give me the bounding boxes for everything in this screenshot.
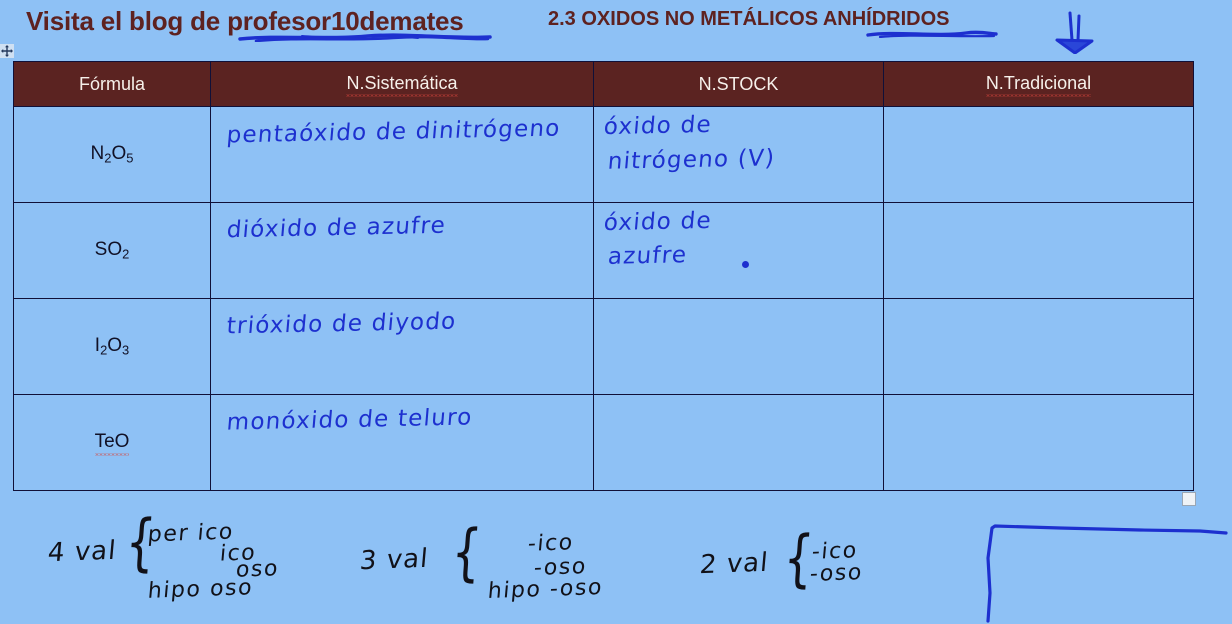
cell-formula[interactable]: I2O3 bbox=[13, 298, 211, 395]
cell-sistematica[interactable]: dióxido de azufre bbox=[210, 202, 594, 299]
column-header-label: N.STOCK bbox=[698, 73, 779, 94]
corner-pen-mark-annotation bbox=[986, 524, 1228, 623]
table-header-row: Fórmula N.Sistemática N.STOCK N.Tradicio… bbox=[13, 61, 1194, 107]
handwritten-answer-line2: nitrógeno (V) bbox=[606, 145, 777, 175]
table-row[interactable]: SO2 dióxido de azufre óxido de azufre bbox=[13, 202, 1194, 299]
table-resize-handle[interactable] bbox=[1182, 492, 1196, 506]
blue-arrow-annotation-icon bbox=[1055, 11, 1094, 54]
handwritten-answer: dióxido de azufre bbox=[225, 212, 448, 244]
column-header-label: N.Tradicional bbox=[985, 73, 1092, 97]
cell-stock[interactable]: óxido de azufre bbox=[593, 202, 884, 299]
column-header-sistematica[interactable]: N.Sistemática bbox=[210, 61, 594, 107]
cell-sistematica[interactable]: pentaóxido de dinitrógeno bbox=[210, 106, 594, 203]
column-header-label: N.Sistemática bbox=[346, 73, 458, 97]
cell-formula[interactable]: TeO bbox=[13, 394, 211, 491]
cell-stock[interactable] bbox=[593, 394, 884, 491]
column-header-formula[interactable]: Fórmula bbox=[13, 61, 211, 107]
handwritten-answer-line1: óxido de bbox=[602, 111, 713, 141]
cell-sistematica[interactable]: trióxido de diyodo bbox=[210, 298, 594, 395]
note-suffix-line: -ico bbox=[526, 530, 575, 557]
cell-tradicional[interactable] bbox=[883, 106, 1194, 203]
section-title-ink-underline bbox=[866, 30, 998, 38]
header-bar: Visita el blog de profesor10demates 2.3 … bbox=[0, 0, 1232, 54]
cell-sistematica[interactable]: monóxido de teluro bbox=[210, 394, 594, 491]
formula-value: SO2 bbox=[94, 239, 130, 262]
column-header-stock[interactable]: N.STOCK bbox=[593, 61, 884, 107]
table-row[interactable]: N2O5 pentaóxido de dinitrógeno óxido de … bbox=[13, 106, 1194, 203]
table-row[interactable]: I2O3 trióxido de diyodo bbox=[13, 298, 1194, 395]
handwritten-answer: trióxido de diyodo bbox=[225, 308, 458, 340]
column-header-tradicional[interactable]: N.Tradicional bbox=[883, 61, 1194, 107]
formula-value: I2O3 bbox=[94, 335, 130, 358]
cell-tradicional[interactable] bbox=[883, 394, 1194, 491]
note-brace: { bbox=[449, 515, 484, 589]
handwritten-answer-line1: óxido de bbox=[602, 207, 713, 237]
nomenclature-table[interactable]: Fórmula N.Sistemática N.STOCK N.Tradicio… bbox=[13, 61, 1194, 491]
blog-title-ink-underline bbox=[238, 33, 492, 42]
note-suffix-line: hipo -oso bbox=[486, 575, 605, 604]
handwritten-answer-line2: azufre bbox=[606, 242, 689, 270]
cell-tradicional[interactable] bbox=[883, 298, 1194, 395]
handwritten-period-mark bbox=[742, 261, 749, 268]
note-suffix-line: hipo oso bbox=[146, 575, 255, 604]
table-move-handle-icon[interactable] bbox=[0, 44, 14, 58]
section-title: 2.3 OXIDOS NO METÁLICOS ANHÍDRIDOS bbox=[548, 8, 950, 30]
cell-stock[interactable]: óxido de nitrógeno (V) bbox=[593, 106, 884, 203]
handwritten-answer: pentaóxido de dinitrógeno bbox=[225, 115, 562, 149]
formula-value: TeO bbox=[94, 431, 130, 456]
cell-formula[interactable]: SO2 bbox=[13, 202, 211, 299]
note-valence-label: 4 val bbox=[46, 535, 118, 569]
note-suffix-line: -oso bbox=[808, 560, 864, 587]
note-valence-label: 2 val bbox=[698, 547, 770, 581]
cell-formula[interactable]: N2O5 bbox=[13, 106, 211, 203]
formula-value: N2O5 bbox=[90, 143, 134, 166]
handwritten-answer: monóxido de teluro bbox=[225, 404, 474, 436]
cell-tradicional[interactable] bbox=[883, 202, 1194, 299]
cell-stock[interactable] bbox=[593, 298, 884, 395]
column-header-label: Fórmula bbox=[78, 73, 145, 94]
table-row[interactable]: TeO monóxido de teluro bbox=[13, 394, 1194, 491]
note-valence-label: 3 val bbox=[358, 543, 430, 577]
